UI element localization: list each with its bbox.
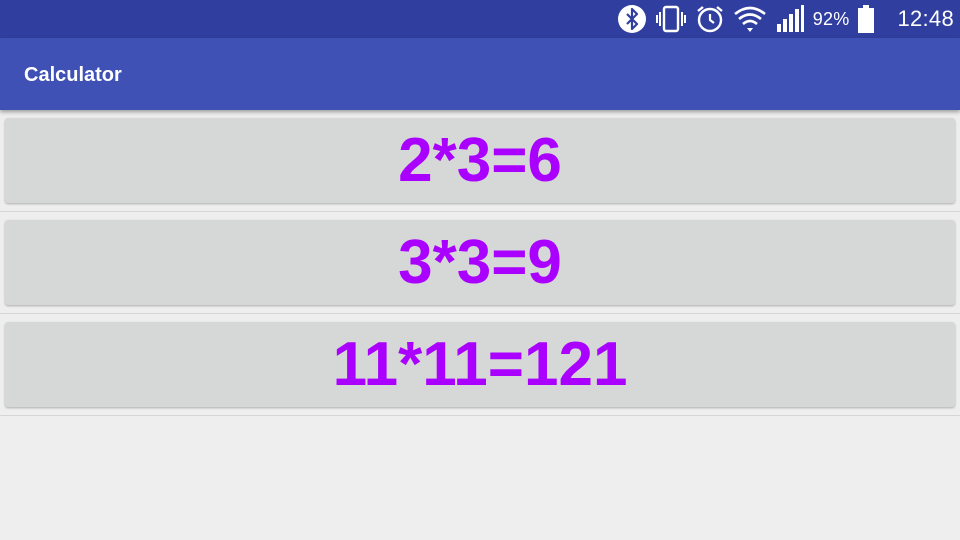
bluetooth-icon — [617, 0, 647, 38]
list-item: 2*3=6 — [0, 110, 960, 212]
battery-percentage: 92% — [812, 8, 850, 29]
vibrate-icon — [655, 0, 687, 38]
calculation-button[interactable]: 11*11=121 — [5, 322, 955, 407]
calculation-button[interactable]: 2*3=6 — [5, 118, 955, 203]
calculation-list: 2*3=6 3*3=9 11*11=121 — [0, 110, 960, 416]
list-item: 3*3=9 — [0, 212, 960, 314]
app-title: Calculator — [24, 64, 122, 86]
status-clock: 12:48 — [897, 6, 954, 31]
list-item: 11*11=121 — [0, 314, 960, 416]
calculation-label: 11*11=121 — [332, 329, 628, 399]
signal-icon — [775, 0, 805, 38]
calculation-label: 2*3=6 — [398, 125, 562, 195]
status-bar: 92% 12:48 — [0, 0, 960, 38]
app-bar: Calculator — [0, 38, 960, 110]
wifi-icon — [733, 0, 767, 38]
calculation-button[interactable]: 3*3=9 — [5, 220, 955, 305]
battery-icon — [857, 0, 875, 38]
alarm-icon — [695, 0, 725, 38]
calculation-label: 3*3=9 — [398, 227, 562, 297]
